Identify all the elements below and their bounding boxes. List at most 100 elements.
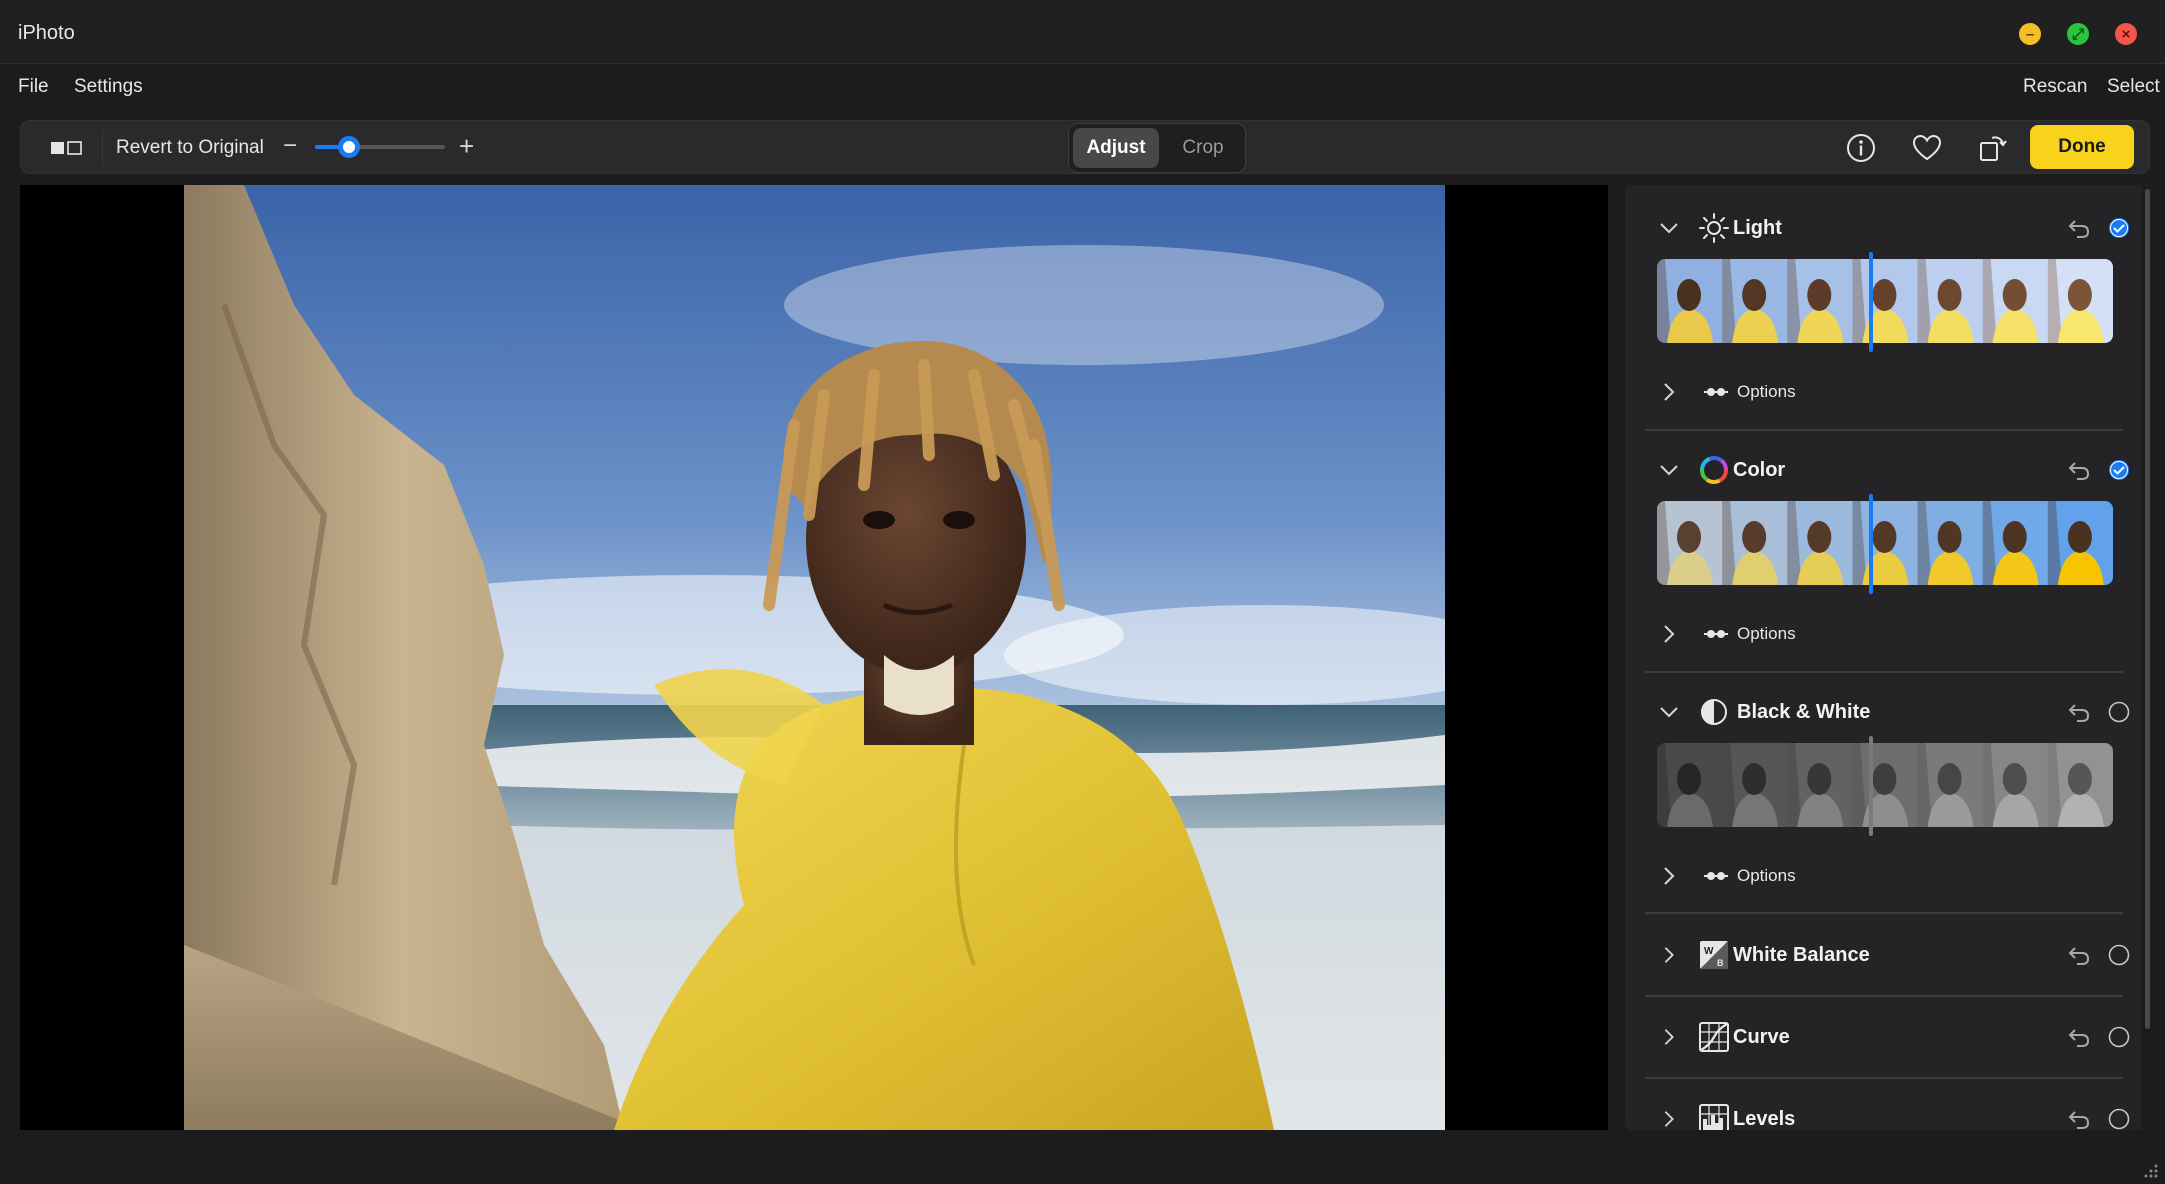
photo-canvas[interactable] <box>20 185 1608 1130</box>
chevron-right-icon[interactable] <box>1659 1027 1679 1047</box>
chevron-right-icon[interactable] <box>1659 1109 1679 1129</box>
thumbnail-frame <box>1917 501 1984 585</box>
minimize-button[interactable]: – <box>2019 23 2041 45</box>
thumbnail-frame <box>1982 501 2049 585</box>
curve-title: Curve <box>1733 1026 1790 1048</box>
chevron-right-icon[interactable] <box>1659 381 1679 403</box>
section-divider <box>1645 671 2123 673</box>
thumbnail-frame <box>1917 743 1984 827</box>
enabled-toggle-icon[interactable] <box>2108 1026 2130 1048</box>
toolbar-divider <box>102 129 103 167</box>
undo-icon[interactable] <box>2067 944 2091 966</box>
sun-icon <box>1699 213 1729 243</box>
done-button[interactable]: Done <box>2030 125 2134 169</box>
color-slider-marker[interactable] <box>1869 494 1873 594</box>
zoom-slider-thumb[interactable] <box>337 136 360 158</box>
mode-segmented-control: Adjust Crop <box>1068 123 1246 173</box>
undo-icon[interactable] <box>2067 1108 2091 1130</box>
undo-icon[interactable] <box>2067 217 2091 239</box>
menu-bar: File Settings Rescan Select <box>0 65 2165 117</box>
zoom-slider[interactable] <box>315 136 445 158</box>
color-wheel-icon <box>1700 456 1728 484</box>
compare-icon[interactable] <box>49 139 83 157</box>
enabled-toggle-icon[interactable] <box>2108 944 2130 966</box>
enabled-check-icon[interactable] <box>2108 217 2130 239</box>
light-thumbnail-strip[interactable] <box>1657 259 2113 343</box>
revert-to-original-button[interactable]: Revert to Original <box>116 137 264 159</box>
levels-section[interactable]: Levels <box>1645 1093 2130 1130</box>
color-options-label: Options <box>1737 624 1796 643</box>
thumbnail-frame <box>1917 259 1984 343</box>
heart-icon[interactable] <box>1911 132 1943 164</box>
black-white-thumbnail-strip[interactable] <box>1657 743 2113 827</box>
thumbnail-frame <box>1657 501 1723 585</box>
light-options-row[interactable]: Options <box>1659 377 1959 407</box>
thumbnail-frame <box>1852 259 1919 343</box>
rotate-icon[interactable] <box>1976 132 2008 164</box>
color-thumbnail-strip[interactable] <box>1657 501 2113 585</box>
thumbnail-frame <box>1657 743 1723 827</box>
chevron-right-icon[interactable] <box>1659 865 1679 887</box>
rescan-button[interactable]: Rescan <box>2023 76 2087 98</box>
color-options-row[interactable]: Options <box>1659 619 1959 649</box>
enabled-check-icon[interactable] <box>2108 459 2130 481</box>
curve-section[interactable]: Curve <box>1645 1013 2130 1063</box>
enabled-toggle-icon[interactable] <box>2108 701 2130 723</box>
thumbnail-frame <box>1852 743 1919 827</box>
black-white-slider-marker[interactable] <box>1869 736 1873 836</box>
tab-adjust[interactable]: Adjust <box>1073 128 1159 168</box>
light-title: Light <box>1733 217 1782 239</box>
white-balance-icon: W B <box>1700 941 1728 969</box>
light-slider-marker[interactable] <box>1869 252 1873 352</box>
half-circle-icon <box>1701 699 1727 725</box>
black-white-options-row[interactable]: Options <box>1659 861 1959 891</box>
maximize-button[interactable]: ⤢ <box>2067 23 2089 45</box>
section-divider <box>1645 995 2123 997</box>
menu-settings[interactable]: Settings <box>74 76 143 98</box>
options-slider-icon <box>1704 388 1728 396</box>
enabled-toggle-icon[interactable] <box>2108 1108 2130 1130</box>
panel-scrollbar-thumb[interactable] <box>2145 189 2150 1029</box>
levels-title: Levels <box>1733 1108 1796 1130</box>
thumbnail-frame <box>2047 743 2113 827</box>
options-slider-icon <box>1704 630 1728 638</box>
title-bar: iPhoto – ⤢ × <box>0 0 2165 64</box>
black-white-title: Black & White <box>1737 701 1871 723</box>
undo-icon[interactable] <box>2067 1026 2091 1048</box>
light-section: Light Options <box>1645 205 2129 435</box>
thumbnail-frame <box>1722 743 1788 827</box>
svg-text:W: W <box>1704 946 1714 957</box>
white-balance-section[interactable]: W B White Balance <box>1645 931 2130 981</box>
svg-text:B: B <box>1717 958 1724 968</box>
portrait-photo-image <box>184 185 1445 1130</box>
undo-icon[interactable] <box>2067 459 2091 481</box>
black-white-section: Black & White Options <box>1645 689 2130 919</box>
tab-crop[interactable]: Crop <box>1165 128 1241 168</box>
info-icon[interactable] <box>1845 132 1877 164</box>
adjustments-panel: Light Options Color Options Black & Whit… <box>1625 185 2142 1130</box>
section-divider <box>1645 1077 2123 1079</box>
resize-grip-icon[interactable] <box>2140 1160 2160 1180</box>
thumbnail-frame <box>2047 501 2113 585</box>
select-button[interactable]: Select <box>2107 76 2160 98</box>
panel-scrollbar[interactable] <box>2142 185 2152 1130</box>
thumbnail-frame <box>1787 743 1853 827</box>
close-button[interactable]: × <box>2115 23 2137 45</box>
chevron-down-icon[interactable] <box>1659 702 1679 722</box>
section-divider <box>1645 429 2123 431</box>
chevron-right-icon[interactable] <box>1659 623 1679 645</box>
chevron-down-icon[interactable] <box>1659 460 1679 480</box>
color-section: Color Options <box>1645 447 2129 677</box>
undo-icon[interactable] <box>2067 701 2091 723</box>
chevron-right-icon[interactable] <box>1659 945 1679 965</box>
chevron-down-icon[interactable] <box>1659 218 1679 238</box>
thumbnail-frame <box>2047 259 2113 343</box>
app-title: iPhoto <box>18 22 75 44</box>
white-balance-title: White Balance <box>1733 944 1870 966</box>
menu-file[interactable]: File <box>18 76 49 98</box>
zoom-out-button[interactable]: − <box>283 132 297 160</box>
thumbnail-frame <box>1982 743 2049 827</box>
zoom-in-button[interactable]: + <box>459 131 474 162</box>
thumbnail-frame <box>1722 501 1788 585</box>
black-white-options-label: Options <box>1737 866 1796 885</box>
